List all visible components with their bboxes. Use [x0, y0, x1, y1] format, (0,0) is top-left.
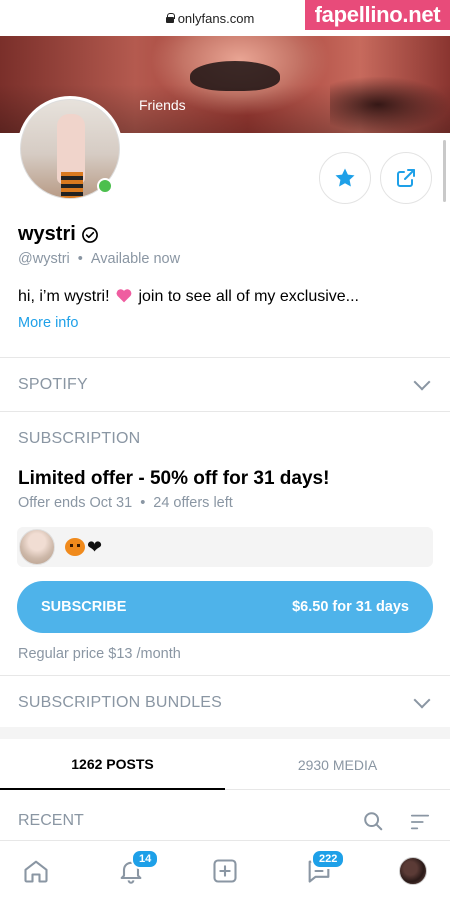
subscribe-label: SUBSCRIBE	[41, 599, 127, 615]
content-tabs: 1262 POSTS 2930 MEDIA	[0, 740, 450, 790]
verified-icon	[81, 226, 98, 243]
share-button[interactable]	[380, 152, 432, 204]
profile-bio: hi, i’m wystri! join to see all of my ex…	[18, 286, 359, 306]
availability-status: Available now	[90, 251, 181, 267]
divider	[0, 675, 450, 676]
profile-avatar[interactable]	[17, 96, 123, 202]
nav-profile[interactable]	[395, 853, 431, 889]
creator-mini-avatar	[19, 529, 55, 565]
subscribe-button[interactable]: SUBSCRIBE $6.50 for 31 days	[17, 581, 433, 633]
notifications-badge: 14	[131, 849, 160, 869]
nav-notifications[interactable]: 14	[113, 849, 160, 889]
messages-badge: 222	[311, 849, 346, 869]
spotify-section-title[interactable]: SPOTIFY	[18, 376, 88, 394]
bottom-navigation: 14 222	[0, 840, 450, 902]
subscribe-price: $6.50 for 31 days	[292, 599, 409, 615]
separator-dot: •	[140, 495, 146, 511]
share-icon	[397, 169, 415, 187]
profile-handle-row: @wystri • Available now	[18, 251, 180, 267]
profile-name-text: wystri	[18, 223, 76, 245]
url-text: onlyfans.com	[177, 10, 255, 26]
tab-posts[interactable]: 1262 POSTS	[0, 740, 225, 790]
offer-meta: Offer ends Oct 31 • 24 offers left	[18, 495, 233, 511]
separator-dot: •	[77, 251, 83, 267]
offer-title: Limited offer - 50% off for 31 days!	[18, 468, 330, 489]
cover-friends-label: Friends	[139, 97, 186, 113]
tab-media[interactable]: 2930 MEDIA	[225, 740, 450, 790]
nav-home[interactable]	[18, 853, 54, 889]
bio-text: hi, i’m wystri!	[18, 288, 110, 305]
avatar	[399, 857, 427, 885]
section-spacer	[0, 727, 450, 739]
url-display[interactable]: onlyfans.com	[165, 10, 255, 26]
watermark: fapellino.net	[305, 0, 450, 30]
more-info-link[interactable]: More info	[18, 315, 78, 331]
sort-icon[interactable]	[409, 812, 431, 832]
offer-emojis: ❤	[65, 538, 102, 556]
offer-message: ❤	[17, 527, 433, 567]
online-indicator	[97, 178, 113, 194]
home-icon	[24, 860, 48, 883]
sparkling-heart-icon	[116, 289, 132, 303]
subscription-section-title: SUBSCRIPTION	[18, 430, 141, 447]
recent-label: RECENT	[18, 812, 84, 829]
bundles-section-title[interactable]: SUBSCRIPTION BUNDLES	[18, 694, 222, 712]
profile-handle: @wystri	[18, 251, 70, 267]
scrollbar[interactable]	[443, 140, 446, 202]
black-heart-icon: ❤	[87, 537, 103, 557]
divider	[0, 357, 450, 358]
add-post-icon	[213, 859, 237, 883]
regular-price: Regular price $13 /month	[18, 646, 181, 662]
lock-icon	[165, 13, 175, 23]
nav-add-post[interactable]	[207, 853, 243, 889]
chevron-down-icon[interactable]	[413, 691, 431, 709]
offer-ends: Offer ends Oct 31	[18, 495, 133, 511]
divider	[0, 411, 450, 412]
chevron-down-icon[interactable]	[413, 373, 431, 391]
favorite-button[interactable]	[319, 152, 371, 204]
bio-text-rest: join to see all of my exclusive...	[134, 288, 359, 305]
search-icon[interactable]	[362, 810, 384, 832]
pumpkin-icon	[65, 538, 85, 556]
star-icon	[335, 168, 355, 187]
profile-name: wystri	[18, 223, 100, 246]
nav-messages[interactable]: 222	[301, 849, 346, 889]
offers-left: 24 offers left	[153, 495, 233, 511]
